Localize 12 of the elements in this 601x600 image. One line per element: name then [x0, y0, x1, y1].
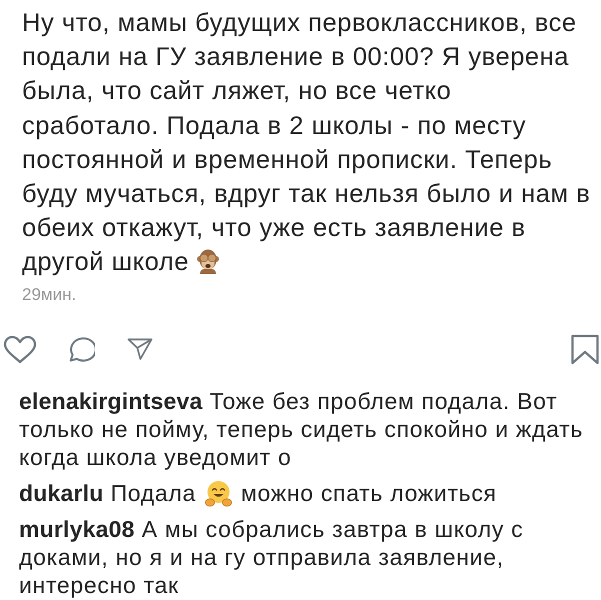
heart-icon[interactable] — [3, 334, 37, 364]
post-time: 29мин. — [22, 284, 78, 305]
post-caption: Ну что, мамы будущих первоклассников, все подали на ГУ заявление в 00:00? Я уверена была, что сайт ляжет, но все четко сработало. Подала в 2 школы - по месту постоянной и временной прописки. Теперь буду мучаться, вдруг так нельзя было и нам в обеих откажут, что уже есть заявление в другой школе — [22, 8, 592, 278]
comment-text: dukarlu Подала можно спать ложиться — [19, 478, 498, 507]
bookmark-icon[interactable] — [570, 334, 600, 365]
monkey-covering-eyes-icon — [196, 247, 219, 274]
username-link[interactable]: elenakirgintseva — [19, 388, 202, 414]
comment-text: elenakirgintseva Тоже без проблем подала. Вот только не пойму, теперь сидеть спокойно и ждать когда школа уведомит о — [19, 386, 584, 471]
username-link[interactable]: dukarlu — [19, 480, 104, 506]
username-link[interactable]: murlyka08 — [19, 516, 135, 542]
hugging-face-icon — [205, 480, 232, 507]
comment-text: murlyka08 А мы собрались завтра в школу с доками, но я и на гу отправила заявление, интересно так — [19, 514, 524, 599]
